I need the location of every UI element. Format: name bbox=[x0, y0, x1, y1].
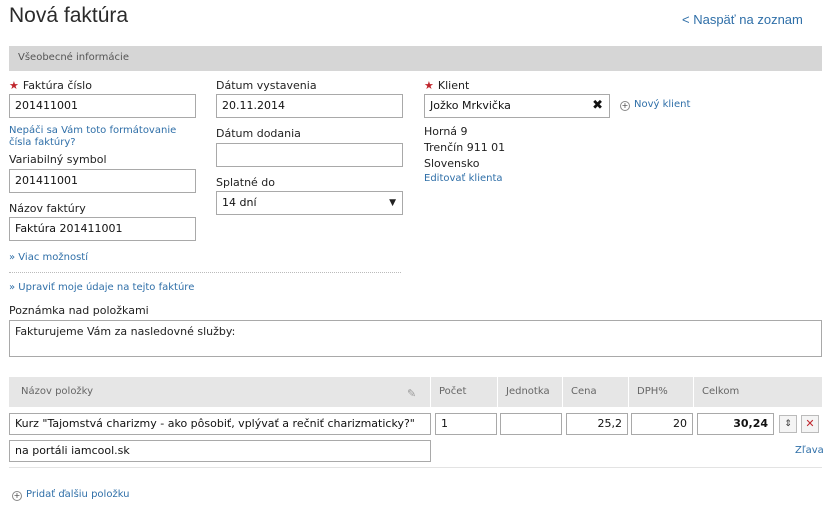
header-total: Celkom bbox=[702, 386, 740, 397]
issue-date-label: Dátum vystavenia bbox=[216, 79, 317, 92]
format-hint-link[interactable]: Nepáči sa Vám toto formátovanie čísla fa… bbox=[9, 125, 199, 149]
column-separator bbox=[562, 377, 563, 407]
header-qty: Počet bbox=[439, 386, 467, 397]
item-qty-input[interactable]: 1 bbox=[435, 413, 497, 435]
delivery-date-input[interactable] bbox=[216, 143, 403, 167]
variable-symbol-input[interactable]: 201411001 bbox=[9, 169, 196, 193]
add-item-button[interactable]: + Pridať ďalšiu položku bbox=[12, 489, 130, 501]
required-star-icon: ★ bbox=[424, 79, 434, 92]
close-icon[interactable]: ✖ bbox=[592, 98, 603, 113]
discount-link[interactable]: Zľava bbox=[795, 445, 824, 456]
address-line: Slovensko bbox=[424, 157, 480, 170]
header-name: Názov položky bbox=[21, 386, 94, 397]
item-unit-input[interactable] bbox=[500, 413, 562, 435]
item-name-input[interactable]: Kurz "Tajomstvá charizmy - ako pôsobiť, … bbox=[9, 413, 431, 435]
item-price-input[interactable]: 25,2 bbox=[566, 413, 628, 435]
item-name-value: Kurz "Tajomstvá charizmy - ako pôsobiť, … bbox=[15, 417, 415, 430]
required-star-icon: ★ bbox=[9, 79, 19, 92]
chevron-down-icon: ▼ bbox=[389, 198, 396, 208]
variable-symbol-value: 201411001 bbox=[15, 174, 78, 187]
back-to-list-link[interactable]: < Naspäť na zoznam bbox=[682, 12, 803, 27]
item-qty-value: 1 bbox=[441, 417, 448, 430]
column-separator bbox=[693, 377, 694, 407]
column-separator bbox=[430, 377, 431, 407]
new-client-button[interactable]: + Nový klient bbox=[620, 99, 690, 111]
invoice-name-label: Názov faktúry bbox=[9, 202, 86, 215]
header-price: Cena bbox=[571, 386, 597, 397]
item-description-input[interactable]: na portáli iamcool.sk bbox=[9, 440, 431, 462]
item-vat-value: 20 bbox=[673, 417, 687, 430]
address-line: Horná 9 bbox=[424, 125, 468, 138]
add-item-label: Pridať ďalšiu položku bbox=[26, 489, 130, 500]
due-select[interactable]: 14 dní ▼ bbox=[216, 191, 403, 215]
client-input[interactable]: Jožko Mrkvička ✖ bbox=[424, 94, 610, 118]
note-label: Poznámka nad položkami bbox=[9, 304, 149, 317]
edit-client-link[interactable]: Editovať klienta bbox=[424, 173, 503, 184]
item-price-value: 25,2 bbox=[597, 417, 623, 430]
variable-symbol-label: Variabilný symbol bbox=[9, 153, 107, 166]
client-label: ★ Klient bbox=[424, 79, 469, 92]
header-vat: DPH% bbox=[637, 386, 668, 397]
column-separator bbox=[497, 377, 498, 407]
circle-plus-icon: + bbox=[12, 491, 22, 501]
item-description-value: na portáli iamcool.sk bbox=[15, 444, 130, 457]
divider bbox=[9, 272, 401, 273]
note-textarea[interactable]: Fakturujeme Vám za nasledovné služby: bbox=[9, 320, 822, 357]
invoice-name-input[interactable]: Faktúra 201411001 bbox=[9, 217, 196, 241]
invoice-number-input[interactable]: 201411001 bbox=[9, 94, 196, 118]
section-general-info: Všeobecné informácie bbox=[9, 46, 822, 71]
invoice-number-label-text: Faktúra číslo bbox=[22, 79, 92, 92]
new-client-label: Nový klient bbox=[634, 99, 691, 110]
client-address: Horná 9 Trenčín 911 01 Slovensko bbox=[424, 124, 505, 172]
client-value: Jožko Mrkvička bbox=[430, 99, 511, 112]
sort-arrows-icon[interactable]: ⇕ bbox=[779, 415, 797, 433]
due-select-value: 14 dní bbox=[222, 196, 257, 209]
due-label: Splatné do bbox=[216, 176, 276, 189]
section-title: Všeobecné informácie bbox=[18, 52, 129, 63]
header-unit: Jednotka bbox=[506, 386, 550, 397]
delete-x-icon[interactable]: ✕ bbox=[801, 415, 819, 433]
address-line: Trenčín 911 01 bbox=[424, 141, 506, 154]
invoice-number-value: 201411001 bbox=[15, 99, 78, 112]
items-table-header: Názov položky ✎ Počet Jednotka Cena DPH%… bbox=[9, 377, 822, 407]
row-divider bbox=[9, 467, 822, 468]
note-value: Fakturujeme Vám za nasledovné služby: bbox=[15, 325, 236, 338]
circle-plus-icon: + bbox=[620, 101, 630, 111]
page-title: Nová faktúra bbox=[9, 4, 129, 27]
invoice-number-label: ★ Faktúra číslo bbox=[9, 79, 92, 92]
item-total-value: 30,24 bbox=[733, 417, 768, 430]
more-options-link[interactable]: » Viac možností bbox=[9, 252, 88, 263]
item-total-input[interactable]: 30,24 bbox=[697, 413, 774, 435]
delivery-date-label: Dátum dodania bbox=[216, 127, 301, 140]
edit-my-data-link[interactable]: » Upraviť moje údaje na tejto faktúre bbox=[9, 282, 194, 293]
pencil-icon[interactable]: ✎ bbox=[407, 387, 416, 400]
issue-date-input[interactable]: 20.11.2014 bbox=[216, 94, 403, 118]
client-label-text: Klient bbox=[437, 79, 470, 92]
item-vat-input[interactable]: 20 bbox=[631, 413, 693, 435]
issue-date-value: 20.11.2014 bbox=[222, 99, 285, 112]
invoice-name-value: Faktúra 201411001 bbox=[15, 222, 123, 235]
column-separator bbox=[628, 377, 629, 407]
